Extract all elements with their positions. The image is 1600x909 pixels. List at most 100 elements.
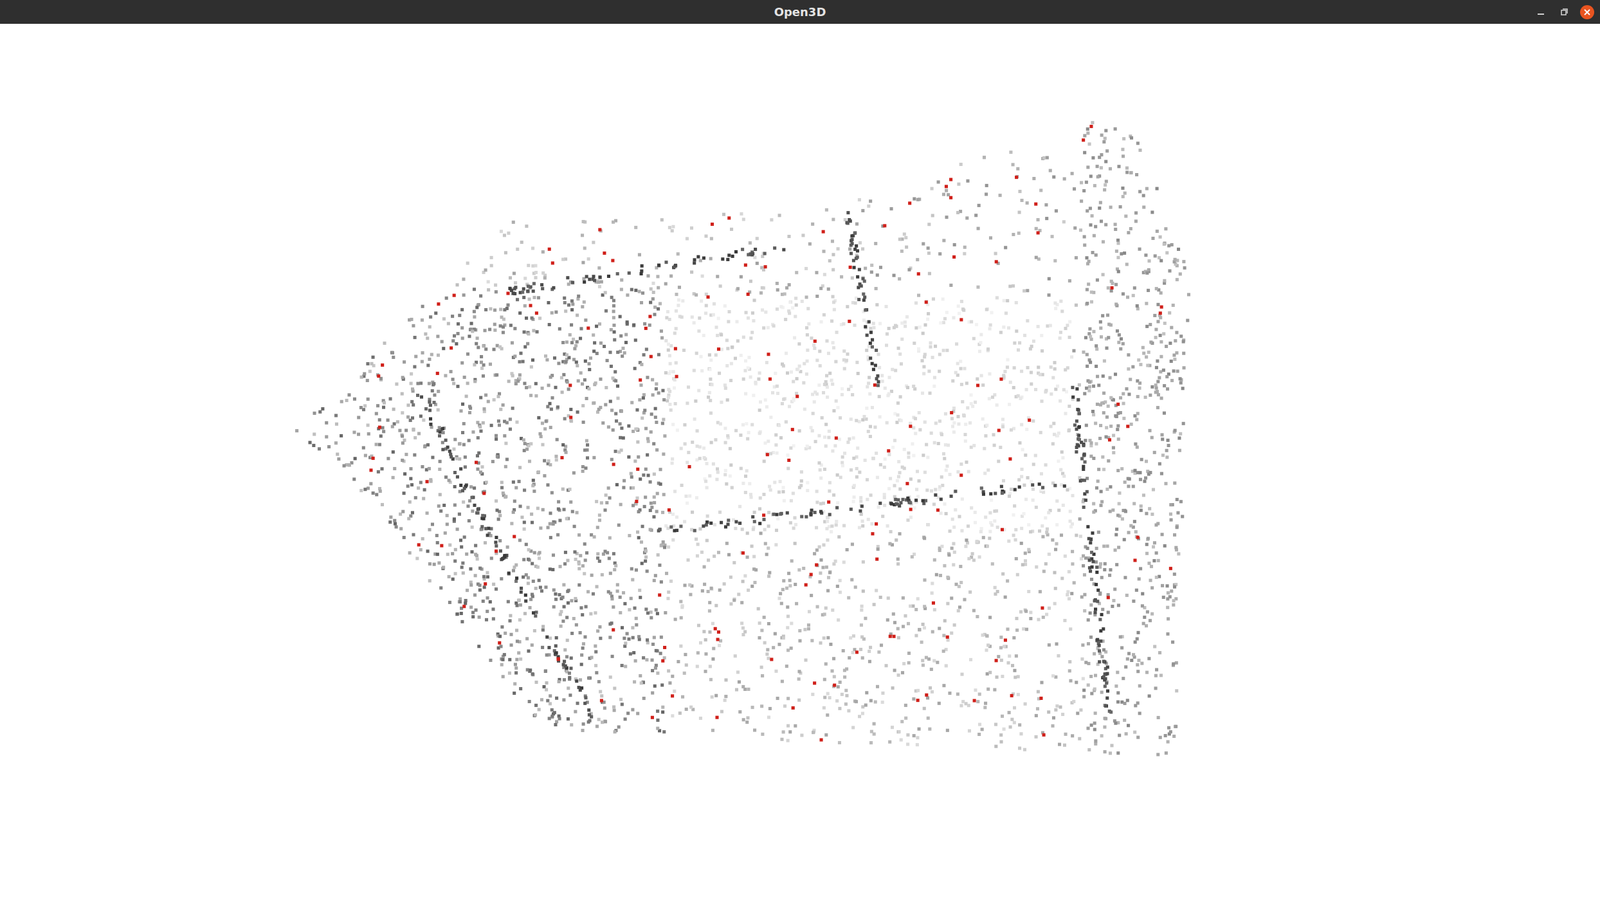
point (598, 513, 602, 517)
point (509, 521, 514, 525)
point (533, 263, 537, 267)
point (1062, 219, 1066, 224)
point (611, 220, 615, 224)
point (574, 360, 579, 364)
point (709, 411, 713, 415)
point (1055, 434, 1060, 438)
point (846, 440, 850, 444)
point (741, 423, 745, 427)
point (612, 551, 616, 555)
point (1147, 561, 1151, 565)
point (600, 500, 604, 505)
point (1053, 301, 1057, 305)
point (670, 674, 674, 678)
point (419, 381, 423, 385)
point (679, 644, 683, 648)
point (567, 303, 571, 307)
point (578, 553, 582, 557)
point (673, 331, 677, 335)
point (821, 390, 826, 395)
point (452, 334, 456, 338)
point (650, 691, 655, 695)
point (899, 738, 903, 742)
point (570, 340, 574, 345)
point (454, 342, 458, 346)
point (499, 324, 503, 328)
point (756, 377, 761, 381)
point (365, 378, 370, 382)
point (726, 434, 730, 438)
close-icon[interactable] (1579, 4, 1595, 20)
point (570, 308, 574, 312)
point (518, 372, 522, 377)
point (723, 698, 727, 702)
point (511, 510, 516, 514)
point (527, 459, 532, 464)
point (896, 562, 900, 566)
point (536, 470, 540, 474)
point (911, 454, 916, 458)
point (744, 310, 748, 314)
point (841, 322, 846, 326)
point (775, 281, 779, 285)
point (982, 446, 986, 451)
point (1166, 740, 1170, 744)
point (906, 733, 910, 737)
point (826, 515, 830, 519)
point (688, 583, 692, 587)
point (533, 614, 537, 618)
point (661, 709, 665, 714)
point (1162, 411, 1166, 415)
point (508, 671, 512, 675)
point (438, 459, 442, 464)
point (515, 628, 519, 632)
point (697, 389, 701, 393)
point (504, 494, 508, 498)
point (565, 589, 570, 593)
point (608, 536, 612, 540)
point (374, 492, 379, 496)
point (1054, 387, 1058, 391)
point (725, 541, 729, 545)
point (497, 423, 501, 427)
point (653, 305, 657, 309)
point (1019, 731, 1023, 736)
point (1111, 445, 1116, 449)
point (988, 326, 992, 330)
point (916, 688, 920, 692)
point (1019, 541, 1024, 545)
point (672, 689, 676, 693)
point (805, 326, 809, 330)
point (636, 440, 640, 444)
point (929, 431, 934, 435)
point (477, 451, 481, 455)
point (461, 277, 465, 281)
point (1007, 710, 1011, 714)
point (655, 274, 660, 278)
point (753, 727, 757, 732)
point (751, 318, 755, 323)
point (596, 525, 600, 529)
point (318, 410, 322, 414)
point (1051, 724, 1055, 728)
point (353, 397, 357, 401)
point (836, 618, 840, 622)
point (682, 348, 686, 352)
3d-viewport[interactable] (0, 23, 1600, 909)
point (567, 671, 572, 675)
minimize-icon[interactable] (1533, 4, 1549, 20)
point (552, 605, 556, 609)
point (406, 403, 410, 407)
point (963, 439, 968, 443)
point (871, 456, 875, 460)
restore-icon[interactable] (1556, 4, 1572, 20)
point (934, 421, 938, 425)
point (515, 657, 519, 662)
point (462, 421, 466, 426)
point (888, 476, 892, 480)
point (868, 199, 873, 203)
point (769, 218, 773, 222)
point (1093, 421, 1098, 425)
point-cloud[interactable] (0, 23, 1600, 909)
point (1175, 497, 1179, 501)
